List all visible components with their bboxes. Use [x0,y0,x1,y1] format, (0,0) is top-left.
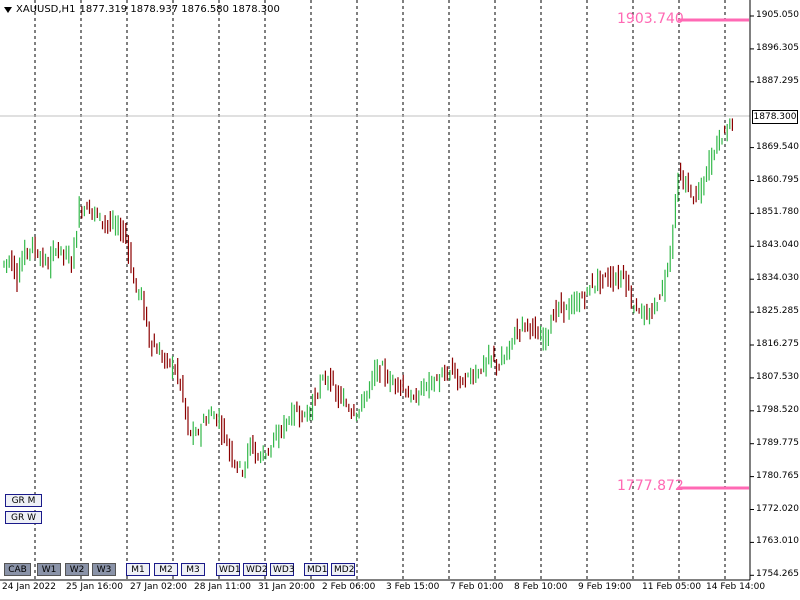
dropdown-triangle-icon[interactable] [4,6,12,13]
timeframe-button-md1[interactable]: MD1 [304,563,328,576]
upper-level-label: 1903.740 [617,11,684,27]
price-tick-label: 1825.285 [756,306,799,317]
price-tick-label: 1869.540 [756,141,799,152]
price-tick-label: 1860.795 [756,174,799,185]
time-tick-label: 3 Feb 15:00 [386,582,440,592]
price-tick-label: 1807.530 [756,371,799,382]
timeframe-button-wd1[interactable]: WD1 [216,563,241,576]
ohlc-values: 1877.319 1878.937 1876.580 1878.300 [79,4,280,15]
price-tick-label: 1834.030 [756,273,799,284]
timeframe-button-w1[interactable]: W1 [37,563,61,576]
time-tick-label: 31 Jan 20:00 [258,582,315,592]
price-chart[interactable] [0,0,800,600]
price-tick-label: 1905.050 [756,10,799,20]
timeframe-button-m3[interactable]: M3 [181,563,205,576]
price-tick-label: 1896.305 [756,42,799,53]
price-tick-label: 1754.265 [756,569,799,580]
time-tick-label: 2 Feb 06:00 [322,582,376,592]
price-tick-label: 1780.765 [756,470,799,481]
timeframe-button-wd2[interactable]: WD2 [243,563,268,576]
timeframe-button-m2[interactable]: M2 [154,563,178,576]
timeframe-button-w2[interactable]: W2 [65,563,89,576]
gr-w-button[interactable]: GR W [5,511,42,524]
time-tick-label: 25 Jan 16:00 [66,582,123,592]
timeframe-button-w3[interactable]: W3 [92,563,116,576]
price-tick-label: 1843.040 [756,240,799,251]
timeframe-button-cab[interactable]: CAB [4,563,31,576]
candles [3,118,734,479]
time-tick-label: 28 Jan 11:00 [194,582,251,592]
time-tick-label: 9 Feb 19:00 [578,582,632,592]
price-tick-label: 1789.775 [756,437,799,448]
price-tick-label: 1816.275 [756,339,799,349]
price-tick-label: 1772.020 [756,503,799,514]
chart-header: XAUUSD,H1 1877.319 1878.937 1876.580 187… [4,4,280,15]
time-tick-label: 27 Jan 02:00 [130,582,187,592]
timeframe-button-m1[interactable]: M1 [126,563,150,576]
current-price-tag: 1878.300 [752,110,798,124]
price-tick-label: 1798.520 [756,404,799,415]
timeframe-button-md2[interactable]: MD2 [331,563,355,576]
time-tick-label: 8 Feb 10:00 [514,582,568,592]
price-tick-label: 1763.010 [756,536,799,547]
time-tick-label: 14 Feb 14:00 [706,582,766,592]
time-tick-label: 24 Jan 2022 [2,582,56,592]
lower-level-label: 1777.872 [617,478,684,494]
price-tick-label: 1851.780 [756,207,799,218]
time-tick-label: 11 Feb 05:00 [642,582,702,592]
timeframe-button-wd3[interactable]: WD3 [270,563,295,576]
symbol-label: XAUUSD,H1 [16,4,76,15]
price-ticks [750,15,754,576]
time-tick-label: 7 Feb 01:00 [450,582,504,592]
price-tick-label: 1887.295 [756,75,799,86]
gr-m-button[interactable]: GR M [5,494,42,507]
